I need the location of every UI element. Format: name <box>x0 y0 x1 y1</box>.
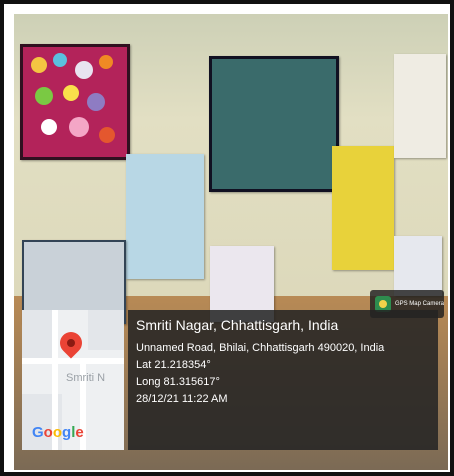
gps-map-camera-label: GPS Map Camera <box>394 301 444 307</box>
poster-vertical-letters <box>126 154 204 279</box>
google-logo: Google <box>32 424 84 441</box>
poster-yellow <box>332 146 394 270</box>
map-street-label: Smriti N <box>66 372 106 384</box>
google-letter: o <box>52 424 63 441</box>
poster-small-white <box>394 236 442 296</box>
poster-teal-chart <box>209 56 339 192</box>
map-block <box>88 310 124 350</box>
google-letter: g <box>62 424 72 441</box>
google-letter: o <box>43 424 53 441</box>
map-road <box>22 358 124 364</box>
location-datetime: 28/12/21 11:22 AM <box>136 393 228 405</box>
image-frame: GPS Map Camera Smriti N Google Smriti Na… <box>0 0 454 476</box>
location-pin-icon <box>55 327 87 359</box>
location-longitude: Long 81.315617° <box>136 376 220 388</box>
google-letter: e <box>75 424 84 441</box>
location-title: Smriti Nagar, Chhattisgarh, India <box>136 317 339 333</box>
location-address: Unnamed Road, Bhilai, Chhattisgarh 49002… <box>136 342 385 354</box>
location-info-panel: Smriti Nagar, Chhattisgarh, India Unname… <box>128 310 438 450</box>
map-thumbnail: Smriti N Google <box>22 310 124 450</box>
poster-colorful-circles <box>20 44 130 160</box>
map-block <box>22 310 52 358</box>
location-overlay: Smriti N Google Smriti Nagar, Chhattisga… <box>22 310 438 450</box>
location-latitude: Lat 21.218354° <box>136 359 211 371</box>
google-letter: G <box>32 424 44 441</box>
poster-white-top-right <box>394 54 446 158</box>
